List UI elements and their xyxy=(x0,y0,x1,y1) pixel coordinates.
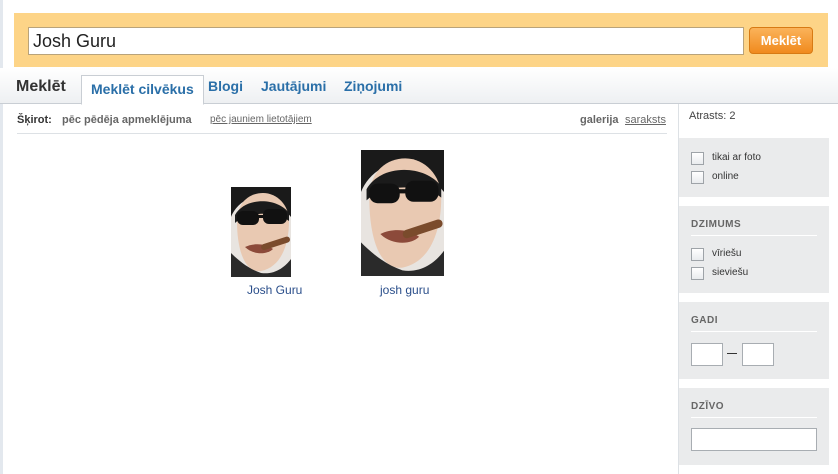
checkbox-label: vīriešu xyxy=(712,248,742,259)
sort-by-last-visit: pēc pēdēja apmeklējuma xyxy=(62,114,192,126)
tab-messages[interactable]: Ziņojumi xyxy=(344,78,402,94)
checkbox-box[interactable] xyxy=(691,171,704,184)
result-card[interactable]: josh guru xyxy=(361,150,451,298)
age-range-dash xyxy=(727,353,737,354)
tabs-bar: Meklēt Meklēt cilvēkus Blogi Jautājumi Z… xyxy=(0,68,838,105)
city-input[interactable] xyxy=(691,428,817,451)
age-to-input[interactable] xyxy=(742,343,774,366)
result-name-link[interactable]: Josh Guru xyxy=(247,283,302,297)
results-count: Atrasts: 2 xyxy=(689,110,736,122)
search-input[interactable] xyxy=(28,27,744,55)
view-list-link[interactable]: saraksts xyxy=(625,114,666,126)
city-panel: DZĪVO xyxy=(679,388,829,465)
sort-label: Šķirot: xyxy=(17,114,52,126)
panel-divider xyxy=(691,235,817,236)
photo-only-checkbox[interactable]: tikai ar foto xyxy=(691,151,791,165)
age-from-input[interactable] xyxy=(691,343,723,366)
result-card[interactable]: Josh Guru xyxy=(231,187,311,299)
city-title: DZĪVO xyxy=(691,401,725,412)
tab-questions[interactable]: Jautājumi xyxy=(261,78,326,94)
user-photo[interactable] xyxy=(231,187,291,277)
result-name-link[interactable]: josh guru xyxy=(380,283,429,297)
view-gallery: galerija xyxy=(580,114,619,126)
sort-bar: Šķirot: pēc pēdēja apmeklējuma pēc jauni… xyxy=(17,112,667,134)
age-panel: GADI xyxy=(679,302,829,379)
online-checkbox[interactable]: online xyxy=(691,170,771,184)
user-photo[interactable] xyxy=(361,150,444,276)
panel-divider xyxy=(691,331,817,332)
search-banner: Meklēt xyxy=(14,13,828,67)
checkbox-label: sieviešu xyxy=(712,267,749,278)
checkbox-box[interactable] xyxy=(691,267,704,280)
panel-divider xyxy=(691,417,817,418)
filter-panel: tikai ar foto online xyxy=(679,138,829,197)
checkbox-label: tikai ar foto xyxy=(712,152,761,163)
checkbox-box[interactable] xyxy=(691,248,704,261)
tab-blogs[interactable]: Blogi xyxy=(208,78,243,94)
search-button[interactable]: Meklēt xyxy=(749,27,813,54)
checkbox-label: online xyxy=(712,171,739,182)
gender-panel: DZIMUMS vīriešu sieviešu xyxy=(679,206,829,293)
male-checkbox[interactable]: vīriešu xyxy=(691,247,771,261)
age-title: GADI xyxy=(691,315,718,326)
checkbox-box[interactable] xyxy=(691,152,704,165)
section-title: Meklēt xyxy=(16,78,66,95)
gender-title: DZIMUMS xyxy=(691,219,742,230)
female-checkbox[interactable]: sieviešu xyxy=(691,266,771,280)
sort-by-new-users-link[interactable]: pēc jauniem lietotājiem xyxy=(210,114,312,125)
tab-search-people[interactable]: Meklēt cilvēkus xyxy=(81,75,204,105)
